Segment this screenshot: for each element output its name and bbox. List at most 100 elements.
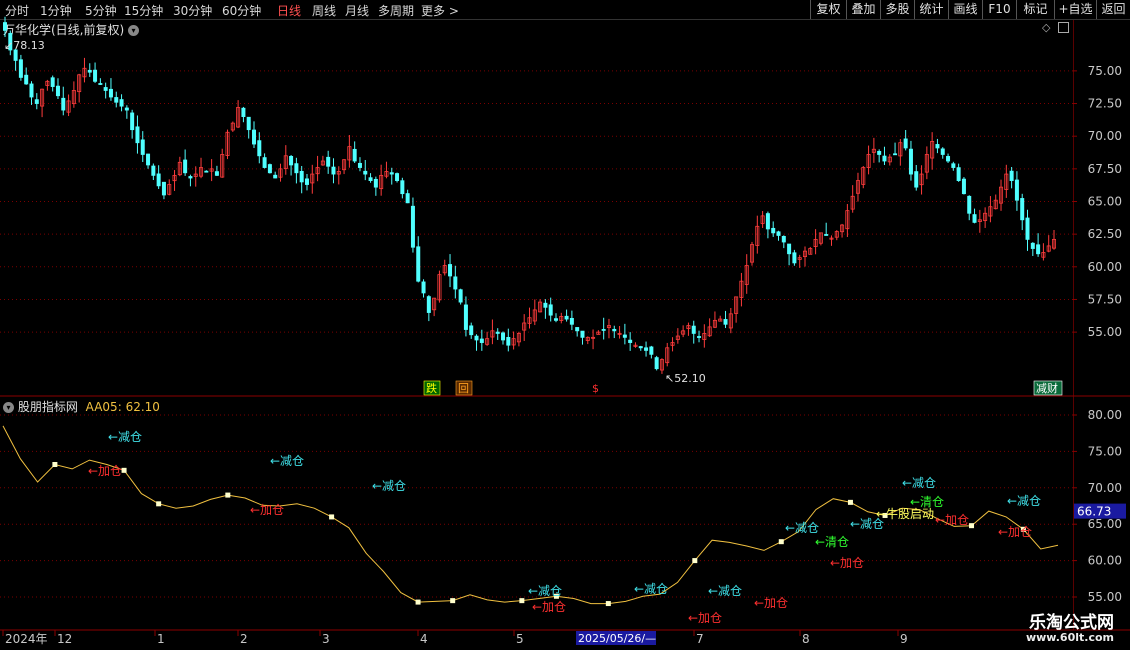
- price-tick-label: 55.00: [1088, 325, 1122, 339]
- indicator-signal-label: ←减仓: [708, 584, 742, 598]
- candle-body: [787, 243, 792, 255]
- candle-body: [1009, 170, 1014, 182]
- time-axis-label: 1: [157, 632, 165, 646]
- candle-body: [299, 170, 304, 183]
- candle-body: [548, 304, 553, 316]
- indicator-node: [329, 514, 335, 520]
- candle-body: [61, 97, 66, 111]
- candle-body: [368, 177, 373, 182]
- candle-body: [776, 231, 781, 236]
- candle-body: [961, 178, 966, 195]
- candle-body: [463, 304, 468, 330]
- candle-body: [972, 214, 977, 223]
- candle-body: [580, 330, 585, 338]
- candle-body: [495, 331, 500, 334]
- price-tick-label: 57.50: [1088, 292, 1122, 306]
- candle-body: [564, 315, 569, 320]
- candle-body: [903, 138, 908, 149]
- candle-body: [146, 153, 151, 166]
- candle-body: [967, 195, 972, 214]
- candle-body: [1036, 244, 1041, 255]
- time-axis-label: 12: [57, 632, 72, 646]
- indicator-node: [450, 598, 456, 604]
- indicator-signal-label: ←减仓: [270, 454, 304, 468]
- candle-body: [506, 337, 511, 346]
- price-tick-label: 75.00: [1088, 64, 1122, 78]
- candle-body: [98, 83, 103, 85]
- indicator-node: [156, 501, 162, 507]
- candle-body: [469, 325, 474, 336]
- candle-body: [410, 205, 415, 248]
- low-price-marker: ↖52.10: [665, 372, 706, 385]
- indicator-node: [847, 499, 853, 505]
- indicator-node: [415, 599, 421, 605]
- candle-body: [357, 162, 362, 168]
- indicator-tick-label: 80.00: [1088, 408, 1122, 422]
- candle-body: [257, 140, 262, 157]
- candle-body: [601, 329, 606, 331]
- candle-body: [3, 22, 8, 31]
- candle-body: [246, 116, 251, 131]
- candle-body: [93, 69, 98, 82]
- indicator-node: [121, 467, 127, 473]
- candle-body: [252, 129, 257, 145]
- indicator-tick-label: 60.00: [1088, 554, 1122, 568]
- candle-body: [543, 302, 548, 308]
- candle-body: [363, 170, 368, 175]
- candle-body: [501, 332, 506, 341]
- indicator-signal-label: ←减仓: [108, 430, 142, 444]
- price-tick-label: 65.00: [1088, 195, 1122, 209]
- candle-body: [1030, 242, 1035, 249]
- candle-body: [426, 296, 431, 313]
- candle-body: [914, 171, 919, 188]
- candle-body: [161, 181, 166, 196]
- candle-body: [940, 148, 945, 155]
- candle-body: [373, 178, 378, 188]
- candle-body: [103, 87, 108, 91]
- indicator-signal-label: ←加仓: [830, 556, 864, 570]
- candle-body: [553, 318, 558, 321]
- candle-body: [691, 325, 696, 334]
- candle-body: [771, 227, 776, 234]
- indicator-tick-label: 70.00: [1088, 481, 1122, 495]
- candle-body: [188, 176, 193, 179]
- candle-body: [1020, 198, 1025, 221]
- candle-body: [24, 74, 29, 85]
- cursor-date-label: 2025/05/26/—: [578, 632, 656, 645]
- current-value-label: 66.73: [1077, 505, 1111, 519]
- indicator-node: [778, 539, 784, 545]
- indicator-signal-label: ←清仓: [910, 495, 944, 509]
- high-price-marker: ↙78.13: [4, 39, 45, 52]
- candle-body: [612, 328, 617, 332]
- candle-body: [622, 334, 627, 338]
- candle-body: [474, 335, 479, 341]
- candle-body: [882, 155, 887, 162]
- indicator-signal-label: ←加仓: [250, 503, 284, 517]
- price-tick-label: 67.50: [1088, 162, 1122, 176]
- candle-body: [183, 159, 188, 174]
- time-axis-label: 8: [802, 632, 810, 646]
- indicator-signal-label: ←减仓: [1007, 494, 1041, 508]
- candle-body: [289, 156, 294, 166]
- time-axis-label: 2: [240, 632, 248, 646]
- price-tick-label: 60.00: [1088, 260, 1122, 274]
- candle-body: [151, 165, 156, 176]
- indicator-signal-label: ←减仓: [528, 584, 562, 598]
- indicator-node: [52, 462, 58, 468]
- candle-body: [893, 153, 898, 156]
- indicator-signal-label: ←加仓: [88, 464, 122, 478]
- candle-body: [638, 346, 643, 349]
- candle-body: [400, 180, 405, 195]
- candle-body: [723, 319, 728, 325]
- candle-body: [267, 164, 272, 174]
- candle-body: [304, 178, 309, 185]
- candle-body: [824, 234, 829, 236]
- indicator-signal-label: ←减仓: [372, 479, 406, 493]
- candle-body: [1025, 217, 1030, 240]
- candle-body: [458, 289, 463, 303]
- candle-body: [18, 59, 23, 78]
- indicator-signal-label: ←加仓: [998, 525, 1032, 539]
- indicator-signal-label: ←加仓: [532, 600, 566, 614]
- indicator-signal-label: ←清仓: [815, 535, 849, 549]
- signal-badge-label: $: [592, 382, 599, 395]
